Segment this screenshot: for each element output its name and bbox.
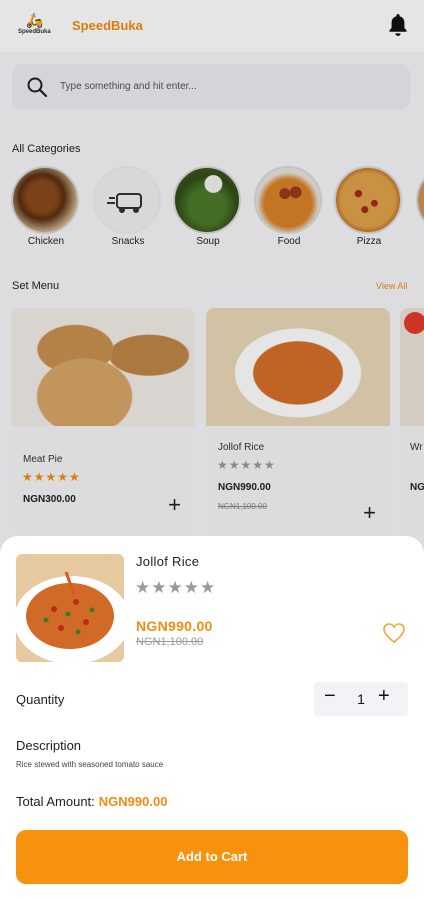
total-label: Total Amount: bbox=[16, 794, 95, 809]
jollof-rice-photo bbox=[16, 554, 124, 662]
total-amount: Total Amount: NGN990.00 bbox=[16, 794, 167, 809]
description-text: Rice stewed with seasoned tomato sauce bbox=[16, 760, 164, 769]
quantity-label: Quantity bbox=[16, 692, 65, 707]
product-name: Jollof Rice bbox=[136, 554, 200, 569]
quantity-value: 1 bbox=[357, 691, 365, 707]
description-label: Description bbox=[16, 738, 82, 753]
product-image bbox=[16, 554, 124, 662]
add-to-cart-button[interactable]: Add to Cart bbox=[16, 830, 408, 884]
heart-icon[interactable] bbox=[382, 622, 406, 644]
quantity-stepper: − 1 + bbox=[314, 682, 408, 716]
product-old-price: NGN1,100.00 bbox=[136, 636, 204, 648]
product-bottom-sheet: Jollof Rice ★★★★★ NGN990.00 NGN1,100.00 … bbox=[0, 536, 424, 900]
plus-icon[interactable]: + bbox=[378, 686, 390, 706]
star-rating[interactable]: ★★★★★ bbox=[135, 578, 216, 598]
total-value: NGN990.00 bbox=[98, 794, 168, 809]
product-price: NGN990.00 bbox=[136, 618, 213, 634]
minus-icon[interactable]: − bbox=[324, 686, 336, 706]
